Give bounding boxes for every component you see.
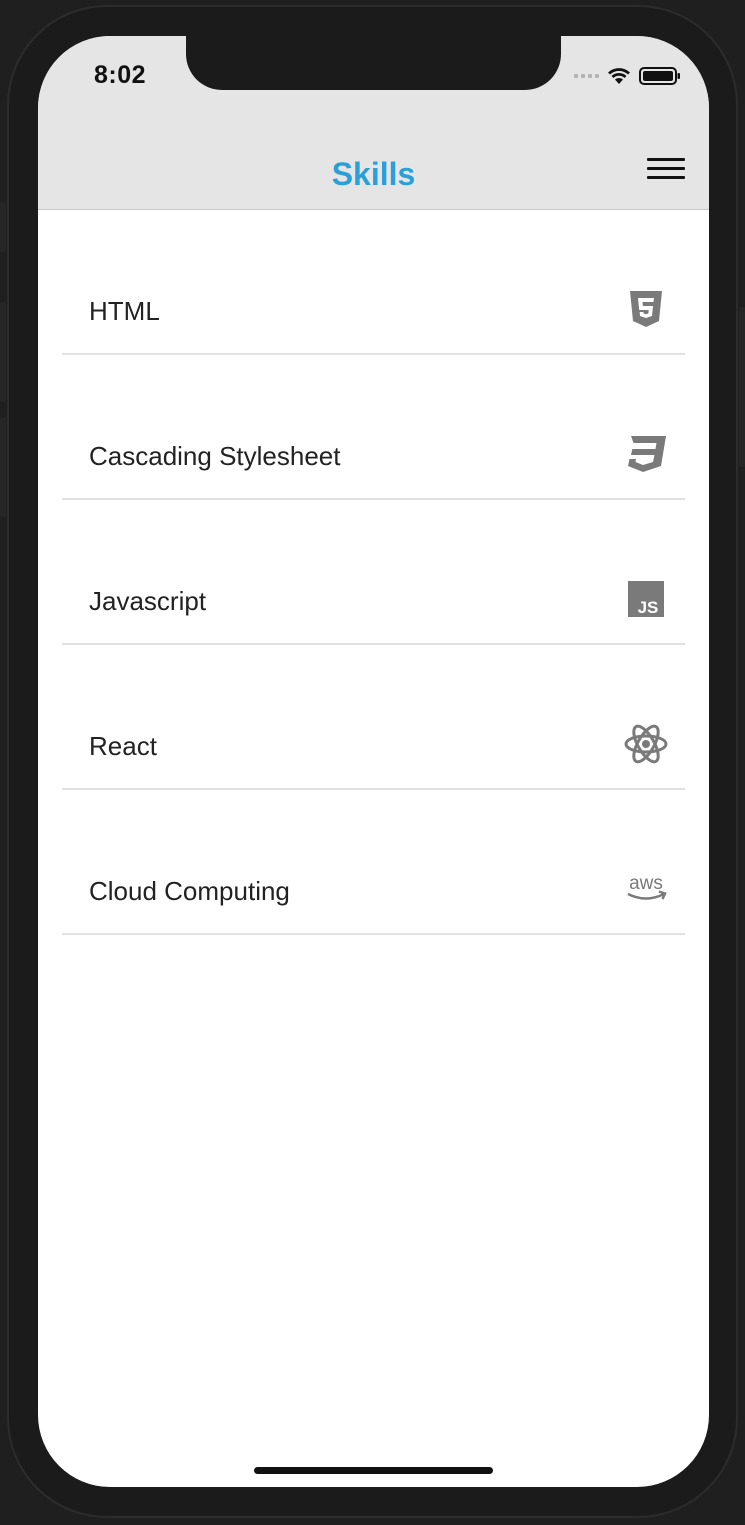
wifi-icon — [608, 68, 630, 84]
list-item-label: Cloud Computing — [89, 876, 290, 906]
svg-text:JS: JS — [638, 598, 659, 617]
list-item-label: Cascading Stylesheet — [89, 441, 341, 471]
hamburger-menu-icon[interactable] — [647, 158, 685, 184]
list-item-html[interactable]: HTML — [62, 210, 685, 355]
power-button — [739, 307, 745, 467]
nav-header: 8:02 Skills — [38, 36, 709, 210]
html5-icon — [623, 288, 669, 330]
react-icon — [623, 723, 669, 765]
status-time: 8:02 — [94, 61, 147, 89]
aws-text: aws — [629, 873, 663, 894]
device-notch — [186, 36, 561, 90]
list-item-javascript[interactable]: Javascript JS — [62, 500, 685, 645]
volume-up-button — [0, 302, 6, 402]
battery-icon — [639, 67, 680, 85]
list-item-label: React — [89, 731, 157, 761]
javascript-icon: JS — [623, 578, 669, 620]
page-title: Skills — [331, 156, 416, 192]
app-screen: 8:02 Skills HTML Cascading Stylesheet Ja… — [38, 36, 709, 1487]
status-icons — [574, 64, 681, 88]
css3-icon — [623, 433, 669, 475]
list-item-label: Javascript — [89, 586, 207, 616]
cellular-signal-icon — [574, 74, 599, 78]
home-indicator[interactable] — [254, 1467, 493, 1474]
skills-list: HTML Cascading Stylesheet Javascript JS … — [62, 210, 685, 935]
list-item-cloud-computing[interactable]: Cloud Computing aws — [62, 790, 685, 935]
list-item-label: HTML — [89, 296, 160, 326]
list-item-css[interactable]: Cascading Stylesheet — [62, 355, 685, 500]
mute-switch — [0, 202, 6, 252]
list-item-react[interactable]: React — [62, 645, 685, 790]
aws-icon: aws — [623, 868, 669, 910]
volume-down-button — [0, 417, 6, 517]
